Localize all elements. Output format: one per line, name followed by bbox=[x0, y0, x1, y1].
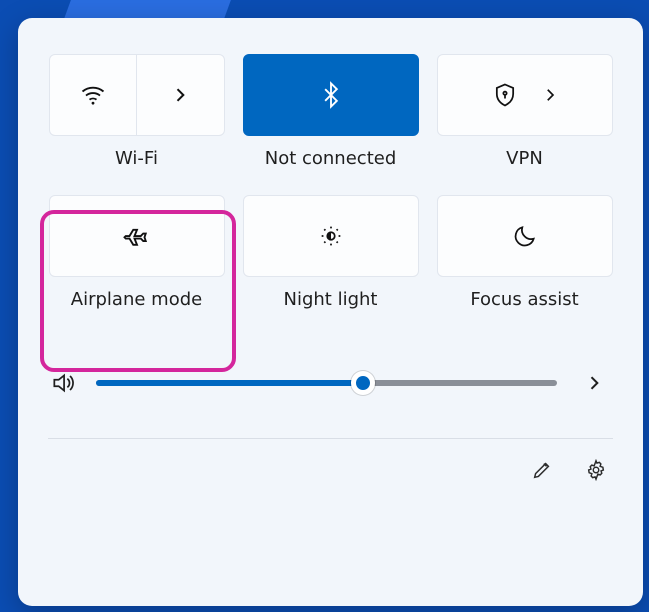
settings-button[interactable] bbox=[579, 453, 613, 487]
chevron-right-icon bbox=[170, 85, 190, 105]
wifi-toggle[interactable] bbox=[50, 55, 137, 135]
airplane-label: Airplane mode bbox=[71, 289, 202, 310]
airplane-mode-tile[interactable] bbox=[49, 195, 225, 277]
nightlight-label: Night light bbox=[284, 289, 378, 310]
quick-settings-grid: Wi-Fi Not connected bbox=[48, 54, 613, 310]
brightness-icon bbox=[317, 222, 345, 250]
pencil-icon bbox=[531, 459, 553, 481]
volume-slider[interactable] bbox=[96, 373, 557, 393]
volume-expand[interactable] bbox=[577, 366, 611, 400]
wifi-label: Wi-Fi bbox=[115, 148, 158, 169]
slider-fill bbox=[96, 380, 363, 386]
airplane-tile-wrap: Airplane mode bbox=[49, 195, 225, 310]
bluetooth-icon bbox=[317, 81, 345, 109]
bluetooth-tile-wrap: Not connected bbox=[243, 54, 419, 169]
wifi-expand[interactable] bbox=[137, 55, 224, 135]
chevron-right-icon bbox=[584, 373, 604, 393]
vpn-tile-wrap: VPN bbox=[437, 54, 613, 169]
focus-assist-tile[interactable] bbox=[437, 195, 613, 277]
volume-row bbox=[48, 366, 613, 400]
vpn-tile[interactable] bbox=[437, 54, 613, 136]
wifi-tile[interactable] bbox=[49, 54, 225, 136]
moon-icon bbox=[512, 223, 538, 249]
night-light-tile[interactable] bbox=[243, 195, 419, 277]
nightlight-tile-wrap: Night light bbox=[243, 195, 419, 310]
quick-settings-panel: Wi-Fi Not connected bbox=[18, 18, 643, 606]
slider-thumb[interactable] bbox=[351, 371, 375, 395]
wifi-icon bbox=[79, 81, 107, 109]
wifi-tile-wrap: Wi-Fi bbox=[49, 54, 225, 169]
speaker-icon bbox=[50, 370, 76, 396]
bluetooth-tile[interactable] bbox=[243, 54, 419, 136]
chevron-right-icon bbox=[541, 86, 559, 104]
gear-icon bbox=[585, 459, 607, 481]
focus-label: Focus assist bbox=[470, 289, 578, 310]
edit-button[interactable] bbox=[525, 453, 559, 487]
bluetooth-label: Not connected bbox=[265, 148, 397, 169]
panel-footer bbox=[48, 438, 613, 487]
airplane-icon bbox=[122, 221, 152, 251]
focus-tile-wrap: Focus assist bbox=[437, 195, 613, 310]
vpn-label: VPN bbox=[506, 148, 543, 169]
shield-lock-icon bbox=[491, 81, 519, 109]
